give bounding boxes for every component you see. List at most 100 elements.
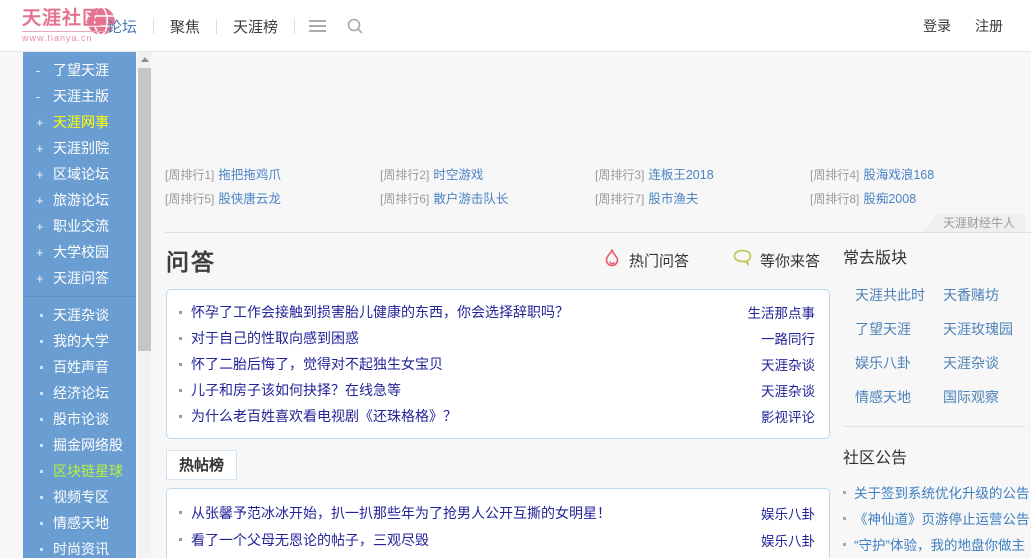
nav-item-forum[interactable]: 论坛 xyxy=(105,12,139,41)
question-row: 为什么老百姓喜欢看电视剧《还珠格格》？ 影视评论 xyxy=(179,403,815,429)
post-link[interactable]: 看了一个父母无恩论的帖子，三观尽毁 xyxy=(191,530,749,550)
flame-icon xyxy=(603,248,621,273)
sidebar-item[interactable]: 情感天地 xyxy=(23,510,136,536)
ranking-link[interactable]: 股侠唐云龙 xyxy=(218,192,281,206)
board-link[interactable]: 天涯杂谈 xyxy=(943,353,1026,373)
sidebar-item[interactable]: +大学校园 xyxy=(23,239,136,265)
qa-list: 怀孕了工作会接触到损害胎儿健康的东西，你会选择辞职吗？ 生活那点事 对于自己的性取… xyxy=(166,289,830,439)
ranking-row: [周排行5]股侠唐云龙 [周排行6]散户游击队长 [周排行7]股市渔夫 [周排行… xyxy=(165,187,1031,211)
bullet-icon xyxy=(179,337,182,340)
sidebar-item[interactable]: 百姓声音 xyxy=(23,354,136,380)
scrollbar-thumb[interactable] xyxy=(138,68,151,351)
ranking-link[interactable]: 连板王2018 xyxy=(648,168,713,182)
ranking-entry: [周排行5]股侠唐云龙 xyxy=(165,187,380,211)
sidebar-item[interactable]: +区域论坛 xyxy=(23,161,136,187)
waiting-qa-filter[interactable]: 等你来答 xyxy=(733,249,820,271)
sidebar-item[interactable]: 股市论谈 xyxy=(23,406,136,432)
search-icon[interactable] xyxy=(346,17,364,35)
sidebar-item[interactable]: 时尚资讯 xyxy=(23,536,136,558)
bullet-icon xyxy=(40,548,43,551)
weekly-ranking-section: [周排行1]拖把拖鸡爪 [周排行2]时空游戏 [周排行3]连板王2018 [周排… xyxy=(165,163,1031,233)
sidebar-item-highlighted[interactable]: 区块链星球 xyxy=(23,458,136,484)
announcement-list: 关于签到系统优化升级的公告 《神仙道》页游停止运营公告 “守护”体验，我的地盘你… xyxy=(843,479,1026,557)
main-column: 问答 热门问答 等你来答 怀孕了工作会接触到损害胎儿健康的东西，你会选择辞职吗？… xyxy=(166,237,830,558)
hot-posts-tab[interactable]: 热帖榜 xyxy=(166,450,237,480)
finance-expert-tab[interactable]: 天涯财经牛人 xyxy=(923,214,1025,232)
hot-qa-filter[interactable]: 热门问答 xyxy=(603,248,689,273)
speech-bubble-icon xyxy=(733,249,752,271)
board-tag[interactable]: 天涯杂谈 xyxy=(761,354,815,374)
sidebar-item[interactable]: 掘金网络股 xyxy=(23,432,136,458)
sidebar-item[interactable]: +天涯问答 xyxy=(23,265,136,291)
ranking-entry: [周排行6]散户游击队长 xyxy=(380,187,595,211)
ranking-link[interactable]: 股海戏浪168 xyxy=(863,168,934,182)
question-link[interactable]: 儿子和房子该如何抉择？在线急等 xyxy=(191,380,749,400)
board-link[interactable]: 情感天地 xyxy=(855,387,943,407)
sidebar-item[interactable]: -天涯主版 xyxy=(23,83,136,109)
board-link[interactable]: 了望天涯 xyxy=(855,319,943,339)
logo-title: 天涯社区 xyxy=(22,8,108,30)
question-link[interactable]: 对于自己的性取向感到困惑 xyxy=(191,328,749,348)
question-row: 怀了二胎后悔了，觉得对不起独生女宝贝天涯杂谈 xyxy=(179,351,815,377)
site-logo[interactable]: 天涯社区 www.tianya.cn xyxy=(22,8,108,43)
board-tag[interactable]: 娱乐八卦 xyxy=(761,503,815,523)
sidebar-item[interactable]: +天涯别院 xyxy=(23,135,136,161)
question-link[interactable]: 怀了二胎后悔了，觉得对不起独生女宝贝 xyxy=(191,354,749,374)
bullet-icon xyxy=(843,543,846,546)
top-bar: 天涯社区 www.tianya.cn 论坛 聚焦 天涯榜 登录 注册 xyxy=(0,0,1031,52)
sidebar-item[interactable]: 天涯杂谈 xyxy=(23,302,136,328)
board-link[interactable]: 国际观察 xyxy=(943,387,1026,407)
question-link[interactable]: 为什么老百姓喜欢看电视剧《还珠格格》？ xyxy=(191,406,749,426)
board-tag[interactable]: 生活那点事 xyxy=(748,302,816,322)
announcement-row: 《神仙道》页游停止运营公告 xyxy=(843,505,1026,531)
qa-section-title: 问答 xyxy=(166,243,216,277)
board-link[interactable]: 天涯共此时 xyxy=(855,285,943,305)
right-column: 常去版块 天涯共此时 天香赌坊 了望天涯 天涯玫瑰园 娱乐八卦 天涯杂谈 情感天… xyxy=(843,244,1026,558)
ranking-link[interactable]: 时空游戏 xyxy=(433,168,483,182)
post-link[interactable]: 从张馨予范冰冰开始，扒一扒那些年为了抢男人公开互撕的女明星！ xyxy=(191,503,749,523)
register-link[interactable]: 注册 xyxy=(975,16,1003,36)
hot-posts-list: 从张馨予范冰冰开始，扒一扒那些年为了抢男人公开互撕的女明星！ 娱乐八卦 看了一个父… xyxy=(166,488,830,558)
login-link[interactable]: 登录 xyxy=(923,16,951,36)
sidebar-item-active[interactable]: +天涯网事 xyxy=(23,109,136,135)
sidebar-item[interactable]: +职业交流 xyxy=(23,213,136,239)
sidebar-item[interactable]: 我的大学 xyxy=(23,328,136,354)
post-row: 看了一个父母无恩论的帖子，三观尽毁娱乐八卦 xyxy=(179,526,815,553)
announcement-link[interactable]: “守护”体验，我的地盘你做主 xyxy=(854,534,1025,554)
post-row: 从张馨予范冰冰开始，扒一扒那些年为了抢男人公开互撕的女明星！ 娱乐八卦 xyxy=(179,499,815,526)
nav-item-focus[interactable]: 聚焦 xyxy=(168,12,202,41)
ranking-entry: [周排行7]股市渔夫 xyxy=(595,187,810,211)
bullet-icon xyxy=(179,311,182,314)
board-tag[interactable]: 影视评论 xyxy=(761,406,815,426)
board-link[interactable]: 天涯玫瑰园 xyxy=(943,319,1026,339)
announcement-link[interactable]: 关于签到系统优化升级的公告 xyxy=(854,482,1030,502)
announcement-link[interactable]: 《神仙道》页游停止运营公告 xyxy=(854,508,1030,528)
sidebar-item[interactable]: -了望天涯 xyxy=(23,57,136,83)
ranking-link[interactable]: 股市渔夫 xyxy=(648,192,698,206)
bullet-icon xyxy=(40,496,43,499)
logo-subtitle: www.tianya.cn xyxy=(22,31,108,43)
board-tag[interactable]: 娱乐八卦 xyxy=(761,530,815,550)
bullet-icon xyxy=(179,363,182,366)
board-sidebar: -了望天涯 -天涯主版 +天涯网事 +天涯别院 +区域论坛 +旅游论坛 +职业交… xyxy=(23,52,136,558)
sidebar-scrollbar[interactable] xyxy=(138,52,151,558)
ranking-link[interactable]: 拖把拖鸡爪 xyxy=(218,168,281,182)
auth-links: 登录 注册 xyxy=(923,0,1003,52)
bullet-icon xyxy=(179,389,182,392)
bullet-icon xyxy=(843,491,846,494)
sidebar-item[interactable]: 视频专区 xyxy=(23,484,136,510)
scroll-up-button[interactable] xyxy=(138,52,151,67)
sidebar-item[interactable]: 经济论坛 xyxy=(23,380,136,406)
board-link[interactable]: 娱乐八卦 xyxy=(855,353,943,373)
nav-item-ranking[interactable]: 天涯榜 xyxy=(231,12,280,41)
sidebar-item[interactable]: +旅游论坛 xyxy=(23,187,136,213)
ranking-link[interactable]: 股痴2008 xyxy=(863,192,916,206)
menu-icon[interactable] xyxy=(309,16,326,36)
board-link[interactable]: 天香赌坊 xyxy=(943,285,1026,305)
question-link[interactable]: 怀孕了工作会接触到损害胎儿健康的东西，你会选择辞职吗？ xyxy=(191,302,736,322)
ranking-link[interactable]: 散户游击队长 xyxy=(433,192,508,206)
board-tag[interactable]: 天涯杂谈 xyxy=(761,380,815,400)
main-nav: 论坛 聚焦 天涯榜 xyxy=(105,0,364,52)
bullet-icon xyxy=(40,392,43,395)
board-tag[interactable]: 一路同行 xyxy=(761,328,815,348)
